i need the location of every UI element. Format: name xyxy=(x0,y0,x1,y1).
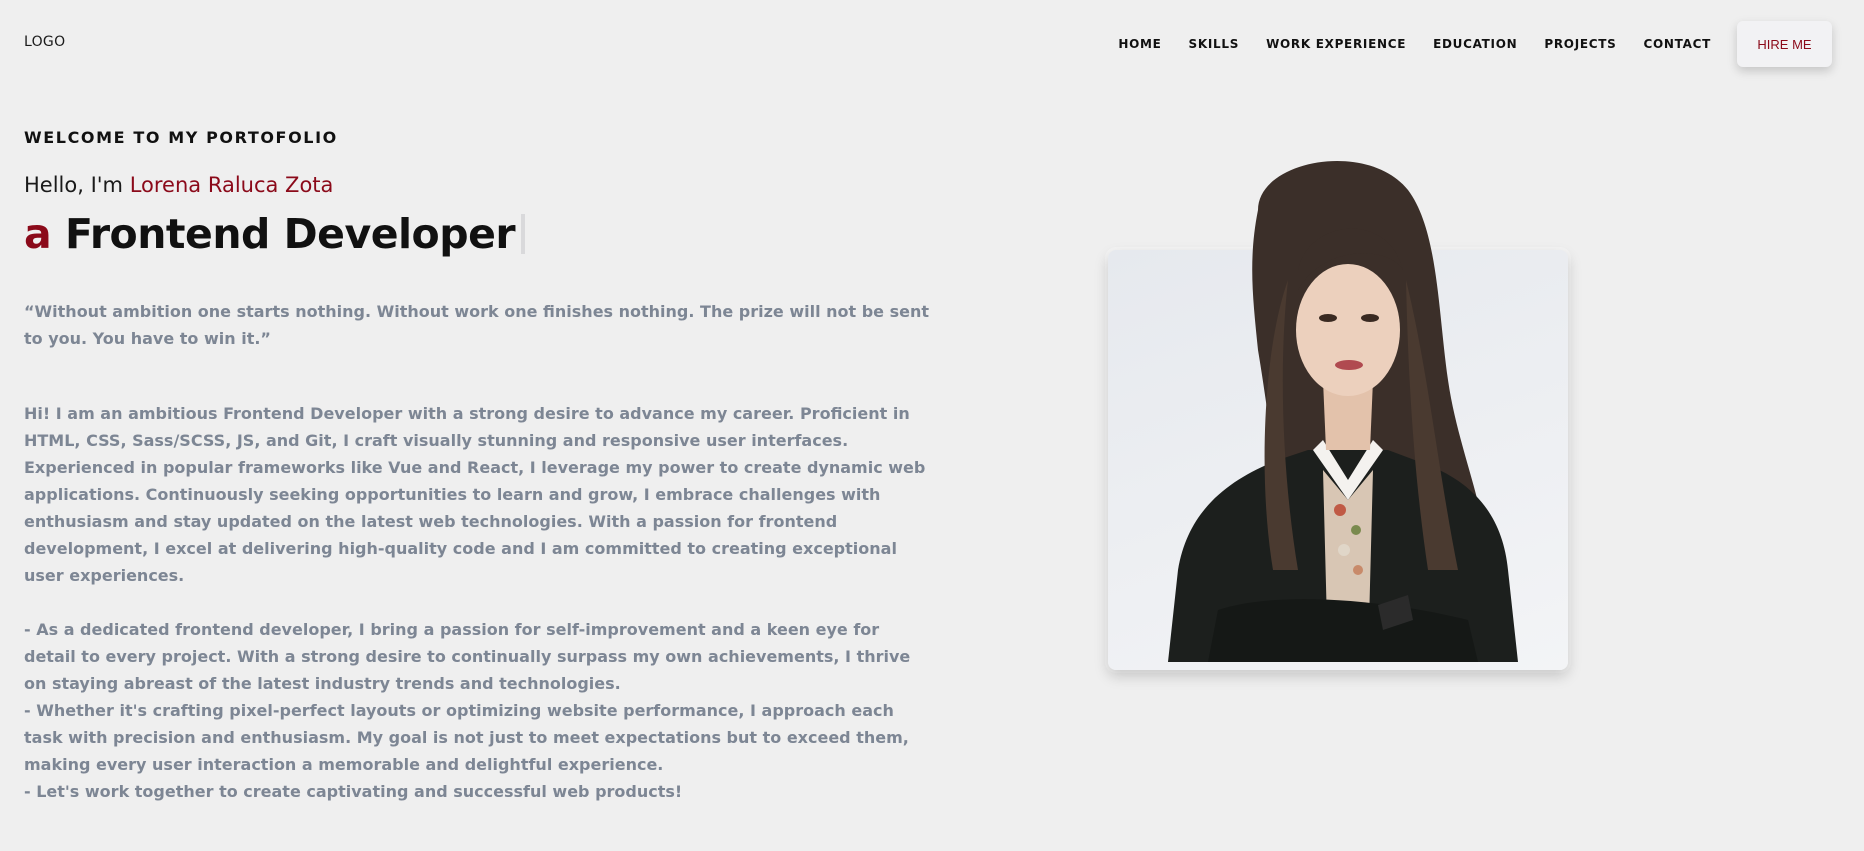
bio-intro: Hi! I am an ambitious Frontend Developer… xyxy=(24,404,926,585)
nav-home[interactable]: HOME xyxy=(1118,37,1161,51)
nav-contact[interactable]: CONTACT xyxy=(1644,37,1711,51)
nav-education[interactable]: EDUCATION xyxy=(1433,37,1517,51)
bio-point: - As a dedicated frontend developer, I b… xyxy=(24,620,911,693)
greeting-prefix: Hello, I'm xyxy=(24,173,124,197)
bio: Hi! I am an ambitious Frontend Developer… xyxy=(24,400,934,805)
welcome-heading: WELCOME TO MY PORTOFOLIO xyxy=(24,128,338,147)
bio-point: - Let's work together to create captivat… xyxy=(24,782,683,801)
site-header: LOGO HOME SKILLS WORK EXPERIENCE EDUCATI… xyxy=(0,0,1864,86)
main-nav: HOME SKILLS WORK EXPERIENCE EDUCATION PR… xyxy=(1091,37,1711,51)
role-title: Frontend Developer xyxy=(64,210,516,258)
hire-me-button[interactable]: HIRE ME xyxy=(1737,21,1832,67)
nav-projects[interactable]: PROJECTS xyxy=(1544,37,1616,51)
greeting: Hello, I'm Lorena Raluca Zota xyxy=(24,173,333,197)
logo[interactable]: LOGO xyxy=(24,34,65,50)
nav-skills[interactable]: SKILLS xyxy=(1189,37,1240,51)
typing-cursor xyxy=(521,214,526,254)
profile-photo xyxy=(1168,161,1518,662)
author-name: Lorena Raluca Zota xyxy=(129,173,334,197)
quote: “Without ambition one starts nothing. Wi… xyxy=(24,302,930,348)
role-heading: a Frontend Developer xyxy=(24,210,526,258)
bio-point: - Whether it's crafting pixel-perfect la… xyxy=(24,701,909,774)
role-article: a xyxy=(24,210,52,258)
nav-work-experience[interactable]: WORK EXPERIENCE xyxy=(1266,37,1406,51)
